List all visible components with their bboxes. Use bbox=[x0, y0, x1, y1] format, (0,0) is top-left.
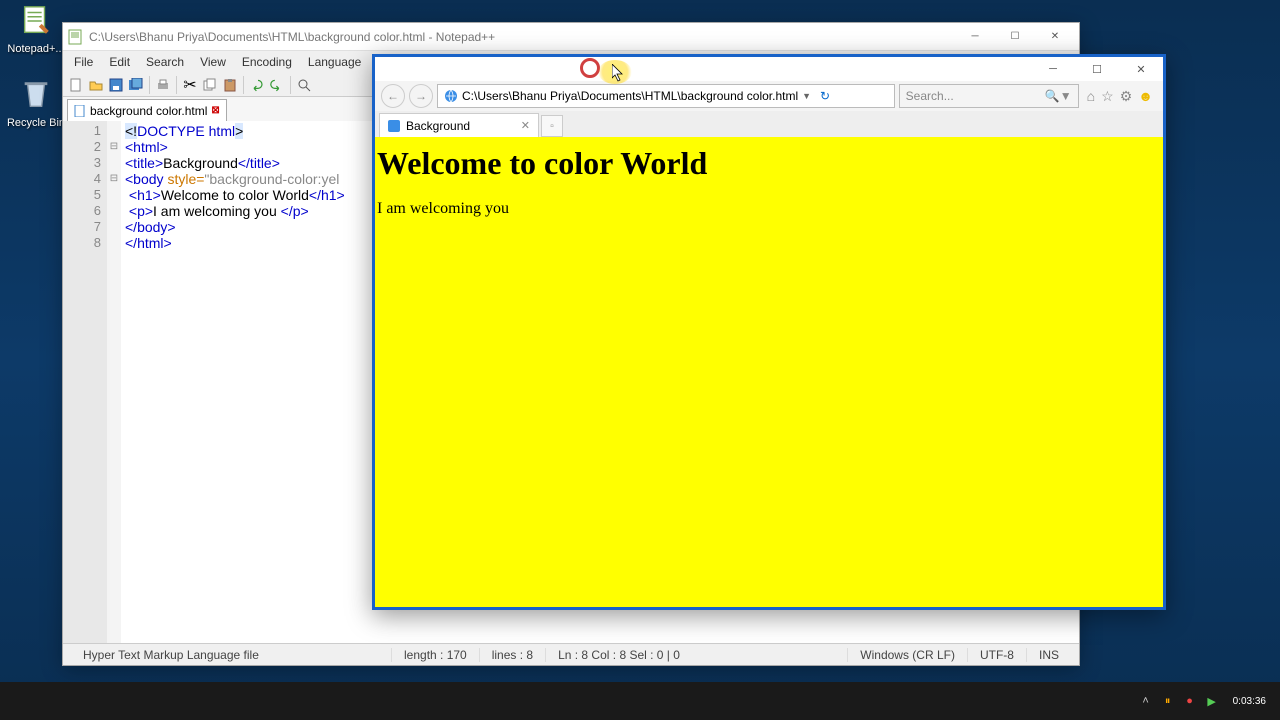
copy-icon[interactable] bbox=[201, 76, 219, 94]
url-text: C:\Users\Bhanu Priya\Documents\HTML\back… bbox=[462, 89, 798, 103]
notepad-icon bbox=[19, 4, 53, 38]
menu-file[interactable]: File bbox=[67, 53, 100, 71]
window-title: C:\Users\Bhanu Priya\Documents\HTML\back… bbox=[89, 30, 955, 44]
navigation-bar: ← → C:\Users\Bhanu Priya\Documents\HTML\… bbox=[375, 81, 1163, 111]
close-tab-icon[interactable]: ✕ bbox=[521, 119, 530, 132]
status-encoding: UTF-8 bbox=[967, 648, 1026, 662]
redo-icon[interactable] bbox=[268, 76, 286, 94]
dropdown-icon[interactable]: ▼ bbox=[802, 91, 811, 101]
forward-button[interactable]: → bbox=[409, 84, 433, 108]
browser-tab-bar: Background ✕ ▫ bbox=[375, 111, 1163, 137]
menu-search[interactable]: Search bbox=[139, 53, 191, 71]
back-button[interactable]: ← bbox=[381, 84, 405, 108]
ie-titlebar[interactable]: ─ ☐ ✕ bbox=[375, 57, 1163, 81]
status-bar: Hyper Text Markup Language file length :… bbox=[63, 643, 1079, 665]
open-file-icon[interactable] bbox=[87, 76, 105, 94]
favicon bbox=[388, 120, 400, 132]
favorites-icon[interactable]: ☆ bbox=[1101, 88, 1114, 105]
ie-window: ─ ☐ ✕ ← → C:\Users\Bhanu Priya\Documents… bbox=[372, 54, 1166, 610]
page-heading: Welcome to color World bbox=[377, 145, 1163, 182]
menu-edit[interactable]: Edit bbox=[102, 53, 137, 71]
status-lines: lines : 8 bbox=[479, 648, 545, 662]
page-paragraph: I am welcoming you bbox=[377, 200, 1163, 218]
tools-icon[interactable]: ⚙ bbox=[1120, 88, 1133, 105]
search-dropdown-icon[interactable]: ▼ bbox=[1060, 89, 1072, 103]
address-bar[interactable]: C:\Users\Bhanu Priya\Documents\HTML\back… bbox=[437, 84, 895, 108]
rendered-page: Welcome to color World I am welcoming yo… bbox=[375, 137, 1163, 607]
tab-title: Background bbox=[406, 119, 470, 133]
app-icon bbox=[67, 29, 83, 45]
system-tray[interactable]: ˄ ⏸ ● ▶ 0:03:36 bbox=[1139, 694, 1272, 708]
search-placeholder: Search... bbox=[906, 89, 954, 103]
save-icon[interactable] bbox=[107, 76, 125, 94]
close-tab-icon[interactable]: ⊠ bbox=[211, 105, 219, 116]
minimize-button[interactable]: ─ bbox=[955, 23, 995, 51]
menu-view[interactable]: View bbox=[193, 53, 233, 71]
recycle-bin-icon bbox=[19, 78, 53, 112]
tray-play-icon[interactable]: ▶ bbox=[1205, 694, 1219, 708]
taskbar[interactable]: ˄ ⏸ ● ▶ 0:03:36 bbox=[0, 682, 1280, 720]
maximize-button[interactable]: ☐ bbox=[1075, 57, 1119, 81]
maximize-button[interactable]: ☐ bbox=[995, 23, 1035, 51]
browser-tab[interactable]: Background ✕ bbox=[379, 113, 539, 137]
close-button[interactable]: ✕ bbox=[1035, 23, 1075, 51]
cut-icon[interactable]: ✂ bbox=[181, 76, 199, 94]
line-number-gutter: 12345678 bbox=[63, 121, 107, 647]
desktop-icon-notepadpp[interactable]: Notepad+... bbox=[6, 4, 66, 55]
minimize-button[interactable]: ─ bbox=[1031, 57, 1075, 81]
search-box[interactable]: Search... 🔍 ▼ bbox=[899, 84, 1079, 108]
smiley-icon[interactable]: ☻ bbox=[1138, 88, 1153, 104]
home-icon[interactable]: ⌂ bbox=[1087, 88, 1095, 104]
paste-icon[interactable] bbox=[221, 76, 239, 94]
tray-chevron-icon[interactable]: ˄ bbox=[1139, 694, 1153, 708]
desktop-icon-label: Recycle Bin bbox=[6, 117, 66, 129]
new-file-icon[interactable] bbox=[67, 76, 85, 94]
titlebar[interactable]: C:\Users\Bhanu Priya\Documents\HTML\back… bbox=[63, 23, 1079, 51]
tray-record-icon[interactable]: ● bbox=[1183, 694, 1197, 708]
print-icon[interactable] bbox=[154, 76, 172, 94]
undo-icon[interactable] bbox=[248, 76, 266, 94]
find-icon[interactable] bbox=[295, 76, 313, 94]
status-mode: INS bbox=[1026, 648, 1071, 662]
save-all-icon[interactable] bbox=[127, 76, 145, 94]
file-tab[interactable]: background color.html ⊠ bbox=[67, 99, 227, 121]
search-icon[interactable]: 🔍 bbox=[1045, 89, 1060, 103]
fold-gutter[interactable]: ⊟ ⊟ bbox=[107, 121, 121, 647]
status-length: length : 170 bbox=[391, 648, 479, 662]
file-icon bbox=[74, 105, 86, 117]
desktop-icon-recyclebin[interactable]: Recycle Bin bbox=[6, 78, 66, 129]
status-position: Ln : 8 Col : 8 Sel : 0 | 0 bbox=[545, 648, 692, 662]
menu-encoding[interactable]: Encoding bbox=[235, 53, 299, 71]
status-filetype: Hyper Text Markup Language file bbox=[71, 648, 391, 662]
status-eol: Windows (CR LF) bbox=[847, 648, 967, 662]
close-button[interactable]: ✕ bbox=[1119, 57, 1163, 81]
file-tab-label: background color.html bbox=[90, 104, 207, 118]
ie-icon bbox=[444, 89, 458, 103]
menu-language[interactable]: Language bbox=[301, 53, 368, 71]
tray-pause-icon[interactable]: ⏸ bbox=[1161, 694, 1175, 708]
refresh-icon[interactable]: ↻ bbox=[815, 89, 835, 103]
clock[interactable]: 0:03:36 bbox=[1227, 696, 1272, 707]
desktop-icon-label: Notepad+... bbox=[6, 43, 66, 55]
new-tab-button[interactable]: ▫ bbox=[541, 115, 563, 137]
